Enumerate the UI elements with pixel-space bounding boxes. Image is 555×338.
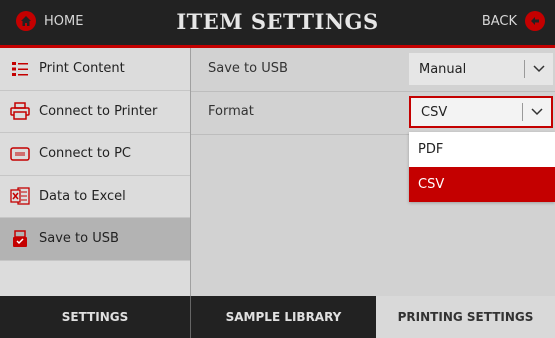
page-title: ITEM SETTINGS: [176, 9, 379, 34]
format-option-csv[interactable]: CSV: [409, 167, 555, 202]
back-arrow-icon: [525, 11, 545, 31]
sidebar: Print Content Connect to Printer Connect…: [0, 48, 191, 296]
format-dropdown-menu: PDF CSV: [409, 132, 555, 202]
sidebar-item-label: Save to USB: [39, 231, 119, 247]
top-bar: HOME ITEM SETTINGS BACK: [0, 0, 555, 48]
chevron-down-icon: [523, 108, 551, 116]
excel-icon: [9, 185, 31, 207]
setting-row-format: Format CSV: [191, 91, 555, 135]
format-value: CSV: [421, 104, 448, 120]
tab-settings[interactable]: SETTINGS: [0, 296, 191, 338]
sidebar-item-label: Connect to PC: [39, 146, 131, 162]
tab-sample-library[interactable]: SAMPLE LIBRARY: [191, 296, 376, 338]
save-to-usb-label: Save to USB: [208, 61, 288, 76]
save-to-usb-select[interactable]: Manual: [409, 53, 553, 85]
sidebar-item-label: Connect to Printer: [39, 103, 158, 119]
back-label: BACK: [481, 13, 517, 29]
sidebar-item-data-to-excel[interactable]: Data to Excel: [0, 176, 190, 218]
back-button[interactable]: BACK: [482, 11, 545, 31]
pc-icon: [9, 143, 31, 165]
sidebar-item-connect-to-pc[interactable]: Connect to PC: [0, 133, 190, 176]
sidebar-item-label: Data to Excel: [39, 188, 126, 204]
format-label: Format: [208, 104, 254, 119]
bottom-tab-bar: SETTINGS SAMPLE LIBRARY PRINTING SETTING…: [0, 296, 555, 338]
item-settings-screen: HOME ITEM SETTINGS BACK Print Content Co…: [0, 0, 555, 338]
list-icon: [9, 58, 31, 80]
printer-icon: [9, 100, 31, 122]
usb-save-icon: [9, 228, 31, 250]
sidebar-item-label: Print Content: [39, 61, 125, 77]
sidebar-item-save-to-usb[interactable]: Save to USB: [0, 218, 190, 261]
save-to-usb-value: Manual: [419, 61, 467, 77]
format-select[interactable]: CSV: [409, 96, 553, 128]
chevron-down-icon: [525, 65, 553, 73]
sidebar-item-connect-to-printer[interactable]: Connect to Printer: [0, 91, 190, 133]
sidebar-item-print-content[interactable]: Print Content: [0, 48, 190, 91]
setting-row-save-to-usb: Save to USB Manual: [191, 48, 555, 92]
format-option-pdf[interactable]: PDF: [409, 132, 555, 167]
tab-printing-settings[interactable]: PRINTING SETTINGS: [376, 296, 555, 338]
